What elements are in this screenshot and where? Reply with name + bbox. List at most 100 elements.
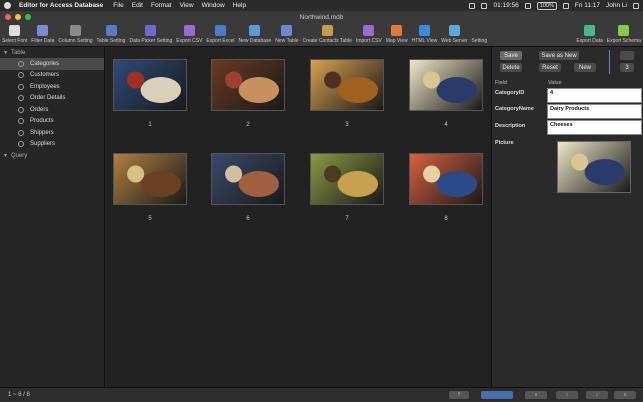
thumbnail-image[interactable] [113,153,187,205]
volume-icon[interactable] [562,2,569,9]
save-button[interactable]: Save [500,51,522,60]
disclosure-triangle-icon[interactable]: ▼ [3,153,8,159]
contacts-tool[interactable]: Create Contacts Table [301,22,354,46]
thumbnail-image[interactable] [409,59,483,111]
sidebar-item-categories[interactable]: Categories [0,58,104,70]
font-tool[interactable]: Select Font [0,22,29,46]
thumbnail-label: 3 [345,122,349,128]
categoryname-field[interactable]: Dairy Products [547,104,642,119]
table-group-header[interactable]: ▼ Table [0,47,104,58]
sidebar-item-label: Shippers [30,129,54,136]
next-page-button[interactable]: › [586,391,608,399]
table-icon [18,141,24,148]
database-tool[interactable]: New Database [236,22,273,46]
sidebar-item-orders[interactable]: Orders [0,104,104,116]
sidebar-item-label: Categories [30,60,60,67]
excel-tool[interactable]: Export Excel [204,22,236,46]
filter-icon [37,25,49,36]
picker-tool[interactable]: Data Picker Setting [127,22,174,46]
sidebar-item-label: Products [30,118,54,125]
menu-window[interactable]: Window [202,2,225,9]
thumbnail-image[interactable] [211,59,285,111]
field-label-categoryname: CategoryName [495,106,534,112]
app-menu[interactable]: Editor for Access Database [19,2,103,9]
value-header: Value [548,80,562,86]
battery-indicator[interactable]: 100% [536,1,557,10]
sidebar-item-suppliers[interactable]: Suppliers [0,139,104,151]
sidebar-item-label: Orders [30,106,49,113]
menu-view[interactable]: View [180,2,194,9]
thumbnail-image[interactable] [211,153,285,205]
new-table-icon [281,25,293,36]
sidebar-item-order-details[interactable]: Order Details [0,93,104,105]
clock[interactable]: Fri 11:17 [575,2,600,9]
spotlight-icon[interactable] [633,2,639,9]
field-label-description: Description [495,123,526,129]
schema-tool[interactable]: Export Schema [605,22,643,46]
table-tool[interactable]: Table Setting [95,22,128,46]
import-tool[interactable]: Import CSV [354,22,384,46]
csv-tool[interactable]: Export CSV [174,22,204,46]
sidebar-item-customers[interactable]: Customers [0,70,104,82]
picker-icon [145,25,157,36]
menu-format[interactable]: Format [151,2,172,9]
close-button[interactable] [5,14,11,20]
table-icon [105,25,117,36]
server-icon [448,25,460,36]
last-page-button[interactable]: » [614,391,636,399]
thumbnail-image[interactable] [113,59,187,111]
database-icon [249,25,261,36]
reset-button[interactable]: Reset [539,63,561,72]
thumbnail-image[interactable] [310,153,384,205]
tool-label: Filter Data [31,38,55,44]
disclosure-triangle-icon[interactable]: ▼ [3,50,8,56]
sidebar-item-shippers[interactable]: Shippers [0,127,104,139]
delete-button[interactable]: Delete [500,63,522,72]
divider [609,50,610,74]
export-tool[interactable]: Export Data [574,22,604,46]
airplay-icon[interactable] [524,2,531,9]
sidebar-item-employees[interactable]: Employees [0,81,104,93]
table-icon [18,60,24,67]
categoryid-field[interactable]: 4 [547,88,642,103]
tool-label: HTML View [411,38,438,44]
gear-tool[interactable]: Setting [470,22,490,46]
sidebar-item-label: Suppliers [30,141,56,148]
thumbnail-image[interactable] [310,59,384,111]
globe-tool[interactable]: HTML View [410,22,440,46]
window-title: Northwind.mdb [299,13,344,21]
menu-file[interactable]: File [113,2,123,9]
sidebar-item-products[interactable]: Products [0,116,104,128]
timer-readout[interactable]: 01:19:56 [493,2,518,9]
user-name[interactable]: John Li [606,2,627,9]
bluetooth-icon[interactable] [481,2,488,9]
field-label-categoryid: CategoryID [495,90,525,96]
first-page-button[interactable]: « [525,391,547,399]
page-number[interactable]: 3 [620,63,634,72]
thumbnail-label: 4 [444,122,448,128]
prev-page-button[interactable]: ‹ [556,391,578,399]
sort-button[interactable]: ⇡ [449,391,469,399]
columns-tool[interactable]: Column Setting [56,22,94,46]
menu-edit[interactable]: Edit [132,2,143,9]
thumbnail-image[interactable] [409,153,483,205]
new-button[interactable]: New [574,63,596,72]
server-tool[interactable]: Web Server [439,22,469,46]
tool-label: Export Excel [206,38,235,44]
description-field[interactable]: Cheeses [547,120,642,135]
status-icon[interactable] [469,2,476,9]
query-group-header[interactable]: ▼ Query [0,150,104,161]
map-tool[interactable]: Map View [384,22,410,46]
new-table-tool[interactable]: New Table [273,22,300,46]
zoom-button[interactable] [25,14,31,20]
export-icon [584,25,596,36]
save-as-new-button[interactable]: Save as New [539,51,579,60]
sidebar-item-label: Customers [30,72,60,79]
minimize-button[interactable] [15,14,21,20]
filter-tool[interactable]: Filter Data [29,22,56,46]
apple-icon[interactable] [4,2,11,9]
picture-preview[interactable] [557,141,631,193]
view-toggle[interactable] [481,391,513,399]
prev-page-button[interactable] [620,51,634,60]
menu-help[interactable]: Help [233,2,246,9]
